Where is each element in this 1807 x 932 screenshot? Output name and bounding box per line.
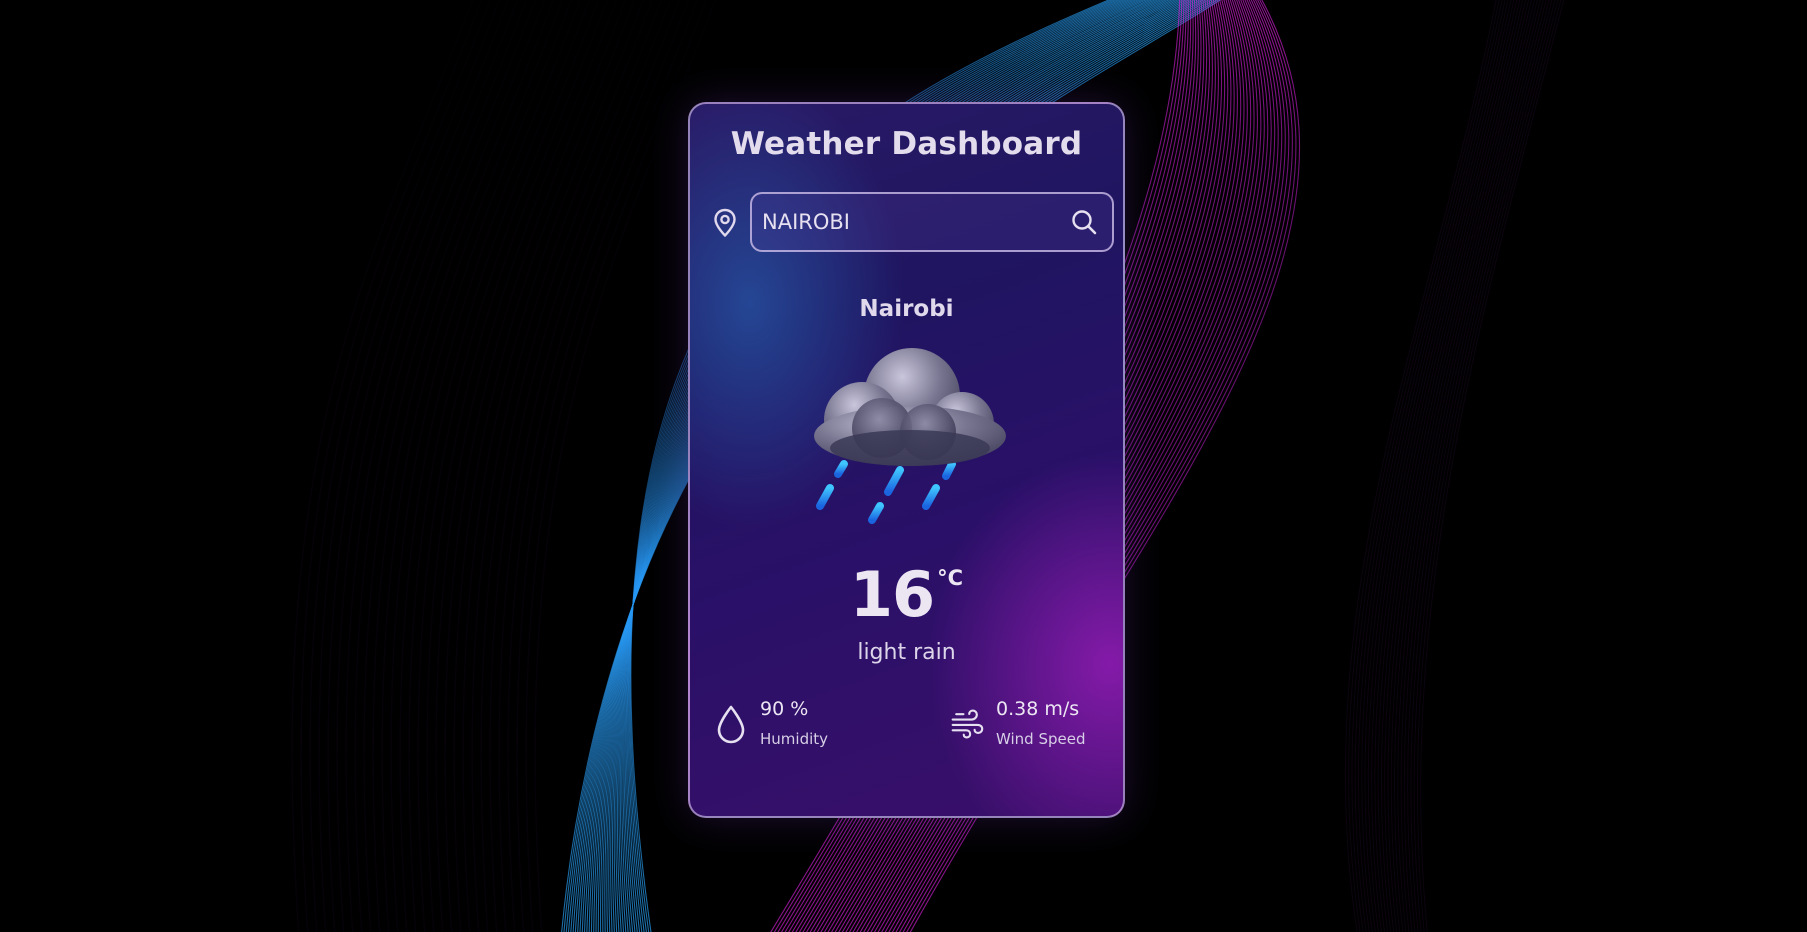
water-drop-icon (717, 705, 745, 744)
search-icon[interactable] (1070, 208, 1098, 236)
background-ribbon-line (417, 0, 600, 932)
wind-icon (951, 709, 984, 739)
background-ribbon-line (381, 0, 564, 932)
page-title: Weather Dashboard (730, 126, 1083, 162)
background-ribbon-line (390, 0, 573, 932)
temperature-display: 16 °C (690, 564, 1123, 626)
humidity-stat: 90 % Humidity (714, 698, 884, 754)
search-field (750, 192, 1114, 252)
wind-speed-value: 0.38 m/s (996, 698, 1080, 720)
weather-card: Weather Dashboard Nairobi (688, 102, 1125, 818)
background-ribbon-line (1407, 0, 1553, 932)
humidity-label: Humidity (760, 730, 829, 748)
rain-cloud-icon (814, 348, 1006, 524)
background-ribbon-line (300, 0, 483, 932)
background-ribbon-line (327, 0, 510, 932)
background-ribbon-line (372, 0, 555, 932)
city-name: Nairobi (859, 296, 954, 322)
temperature-unit: °C (937, 566, 964, 590)
background-ribbon-line (1400, 0, 1547, 932)
wind-stat: 0.38 m/s Wind Speed (950, 698, 1120, 754)
app-screen: Weather Dashboard Nairobi (0, 0, 1807, 932)
humidity-value: 90 % (760, 698, 809, 720)
weather-description: light rain (857, 640, 956, 665)
wind-speed-label: Wind Speed (996, 730, 1086, 748)
background-ribbon-line (408, 0, 591, 932)
background-ribbon-line (363, 0, 546, 932)
background-ribbon-line (309, 0, 492, 932)
background-ribbon-line (318, 0, 501, 932)
background-ribbon-line (336, 0, 519, 932)
background-ribbon-line (399, 0, 582, 932)
background-ribbon-line (291, 0, 474, 932)
background-ribbon-line (480, 0, 663, 932)
search-input[interactable] (762, 194, 1052, 250)
background-ribbon-line (345, 0, 528, 932)
location-pin-icon (714, 208, 736, 237)
background-ribbon-line (354, 0, 537, 932)
background-ribbon-line (1403, 0, 1550, 932)
temperature-value: 16 (849, 558, 935, 631)
